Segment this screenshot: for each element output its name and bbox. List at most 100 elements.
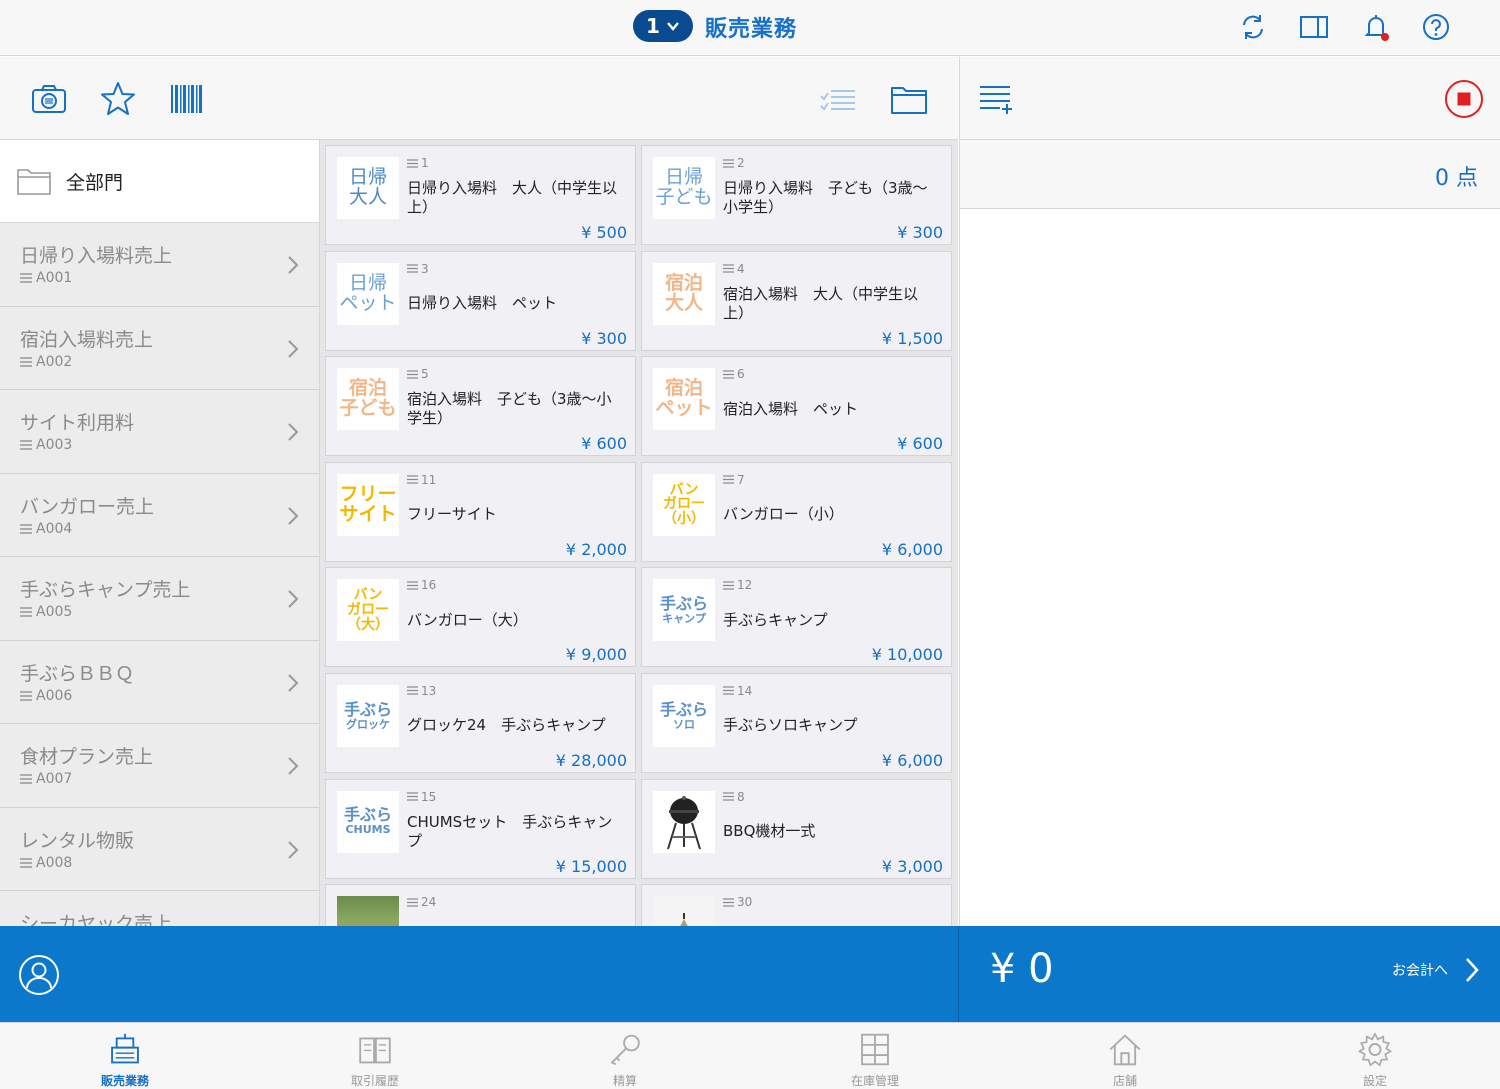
list-icon: [723, 581, 734, 590]
thumbnail-text: ペット: [655, 397, 713, 420]
sidebar-department-item[interactable]: レンタル物販 A008: [0, 807, 319, 891]
thumbnail-text: ガロー: [663, 496, 705, 513]
product-number-row: 16: [407, 578, 436, 592]
product-tile[interactable]: 日帰 子ども 2 日帰り入場料 子ども（3歳〜小学生） ¥ 300: [641, 145, 952, 245]
product-tile[interactable]: 30: [641, 884, 952, 926]
product-tile[interactable]: 手ぶら グロッケ 13 グロッケ24 手ぶらキャンプ ¥ 28,000: [325, 672, 636, 773]
product-number-row: 5: [407, 367, 429, 381]
product-number-row: 30: [723, 895, 752, 909]
sidebar-department-item[interactable]: 日帰り入場料売上 A001: [0, 223, 319, 307]
tab-label: 設定: [1362, 1074, 1387, 1088]
product-number-row: 6: [723, 367, 745, 381]
product-number: 14: [737, 683, 753, 698]
thumbnail-text: 日帰: [664, 166, 703, 189]
thumbnail-text: 子ども: [339, 397, 397, 420]
product-tile[interactable]: 日帰 大人 1 日帰り入場料 大人（中学生以上） ¥ 500: [325, 145, 636, 245]
tab-register[interactable]: 販売業務: [0, 1023, 250, 1089]
thumbnail-text: CHUMS: [345, 823, 391, 837]
sidebar-department-item[interactable]: 手ぶらＢＢＱ A006: [0, 640, 319, 724]
sidebar-department-item[interactable]: 宿泊入場料売上 A002: [0, 306, 319, 390]
tab-gear[interactable]: 設定: [1250, 1023, 1500, 1089]
split-view-icon[interactable]: [1297, 10, 1331, 44]
chevron-right-icon: [288, 339, 299, 358]
list-icon: [407, 264, 418, 273]
department-code-row: A002: [20, 354, 319, 370]
camera-icon[interactable]: [27, 77, 71, 121]
product-number-row: 15: [407, 790, 436, 804]
thumbnail-text: 手ぶら: [343, 699, 392, 719]
product-thumbnail: [653, 790, 715, 853]
list-icon: [20, 273, 32, 283]
sidebar-department-item[interactable]: シーカヤック売上: [0, 891, 319, 926]
product-tile[interactable]: 手ぶら キャンプ 12 手ぶらキャンプ ¥ 10,000: [641, 567, 952, 668]
product-thumbnail: 日帰 大人: [337, 157, 399, 219]
gear-icon: [1358, 1032, 1392, 1067]
product-name: 日帰り入場料 子ども（3歳〜小学生）: [723, 179, 928, 216]
register-icon: [111, 1033, 139, 1064]
sidebar-department-item[interactable]: サイト利用料 A003: [0, 390, 319, 474]
thumbnail-text: ガロー: [347, 602, 389, 619]
product-tile[interactable]: 宿泊 大人 4 宿泊入場料 大人（中学生以上） ¥ 1,500: [641, 250, 952, 351]
department-code: A003: [36, 437, 73, 453]
product-price: ¥ 9,000: [565, 645, 627, 665]
department-code-row: A008: [20, 855, 319, 871]
sidebar-department-item[interactable]: 食材プラン売上 A007: [0, 724, 319, 808]
bell-icon[interactable]: [1359, 10, 1393, 44]
product-thumbnail: 宿泊 ペット: [653, 368, 715, 431]
department-name: 日帰り入場料売上: [20, 245, 173, 267]
help-icon[interactable]: [1419, 10, 1453, 44]
tab-key[interactable]: 精算: [500, 1023, 750, 1089]
product-tile[interactable]: 8 BBQ機材一式 ¥ 3,000: [641, 778, 952, 879]
register-selector[interactable]: 1: [633, 10, 693, 42]
stop-icon[interactable]: [1442, 77, 1486, 121]
list-icon: [407, 898, 418, 907]
chevron-right-icon: [288, 423, 299, 441]
product-tile[interactable]: 宿泊 ペット 6 宿泊入場料 ペット ¥ 600: [641, 356, 952, 457]
barcode-icon[interactable]: [165, 77, 209, 121]
tab-book[interactable]: 取引履歴: [250, 1023, 500, 1089]
sync-icon[interactable]: [1236, 10, 1270, 44]
all-departments-item[interactable]: 全部門: [0, 140, 319, 223]
product-name: 宿泊入場料 ペット: [723, 399, 859, 418]
product-tile[interactable]: バン ガロー （大） 16 バンガロー（大） ¥ 9,000: [325, 567, 636, 668]
product-number: 13: [421, 683, 437, 698]
product-number: 30: [737, 895, 753, 910]
list-icon: [723, 686, 734, 696]
checkout-label: お会計へ: [1392, 963, 1448, 979]
folder-icon[interactable]: [887, 77, 931, 121]
product-price: ¥ 3,000: [881, 856, 943, 876]
checklist-icon[interactable]: [815, 77, 859, 121]
list-icon: [20, 774, 32, 784]
cart-panel: 0 点: [959, 140, 1500, 926]
product-tile[interactable]: バン ガロー （小） 7 バンガロー（小） ¥ 6,000: [641, 461, 952, 562]
product-tile[interactable]: フリー サイト 11 フリーサイト ¥ 2,000: [325, 461, 636, 562]
checkout-button[interactable]: お会計へ: [1392, 956, 1480, 984]
sidebar-department-item[interactable]: 手ぶらキャンプ売上 A005: [0, 557, 319, 641]
department-code: A007: [36, 771, 73, 787]
add-line-icon[interactable]: [974, 77, 1018, 121]
product-tile[interactable]: 宿泊 子ども 5 宿泊入場料 子ども（3歳〜小学生） ¥ 600: [325, 356, 636, 457]
department-code: A001: [36, 270, 73, 286]
product-tile[interactable]: 手ぶら ソロ 14 手ぶらソロキャンプ ¥ 6,000: [641, 672, 952, 773]
product-price: ¥ 500: [581, 223, 627, 242]
tab-label: 精算: [612, 1074, 637, 1088]
thumbnail-text: 手ぶら: [659, 699, 708, 719]
department-code-row: A003: [20, 437, 319, 453]
star-icon[interactable]: [96, 77, 140, 121]
product-tile[interactable]: 日帰 ペット 3 日帰り入場料 ペット ¥ 300: [325, 250, 636, 351]
product-tile[interactable]: 24: [325, 884, 636, 926]
product-thumbnail: [337, 896, 399, 926]
product-number-row: 24: [407, 895, 436, 909]
product-number-row: 11: [407, 473, 436, 487]
sidebar-department-item[interactable]: バンガロー売上 A004: [0, 473, 319, 557]
tab-home[interactable]: 店舗: [1000, 1023, 1250, 1089]
product-number: 3: [421, 261, 429, 276]
product-number: 4: [737, 261, 745, 276]
tab-inventory[interactable]: 在庫管理: [750, 1023, 1000, 1089]
list-icon: [723, 792, 734, 801]
product-number-row: 8: [723, 790, 745, 804]
product-number-row: 2: [723, 156, 745, 170]
department-code-row: A005: [20, 604, 319, 620]
product-tile[interactable]: 手ぶら CHUMS 15 CHUMSセット 手ぶらキャンプ ¥ 15,000: [325, 778, 636, 879]
customer-button[interactable]: [18, 954, 60, 996]
